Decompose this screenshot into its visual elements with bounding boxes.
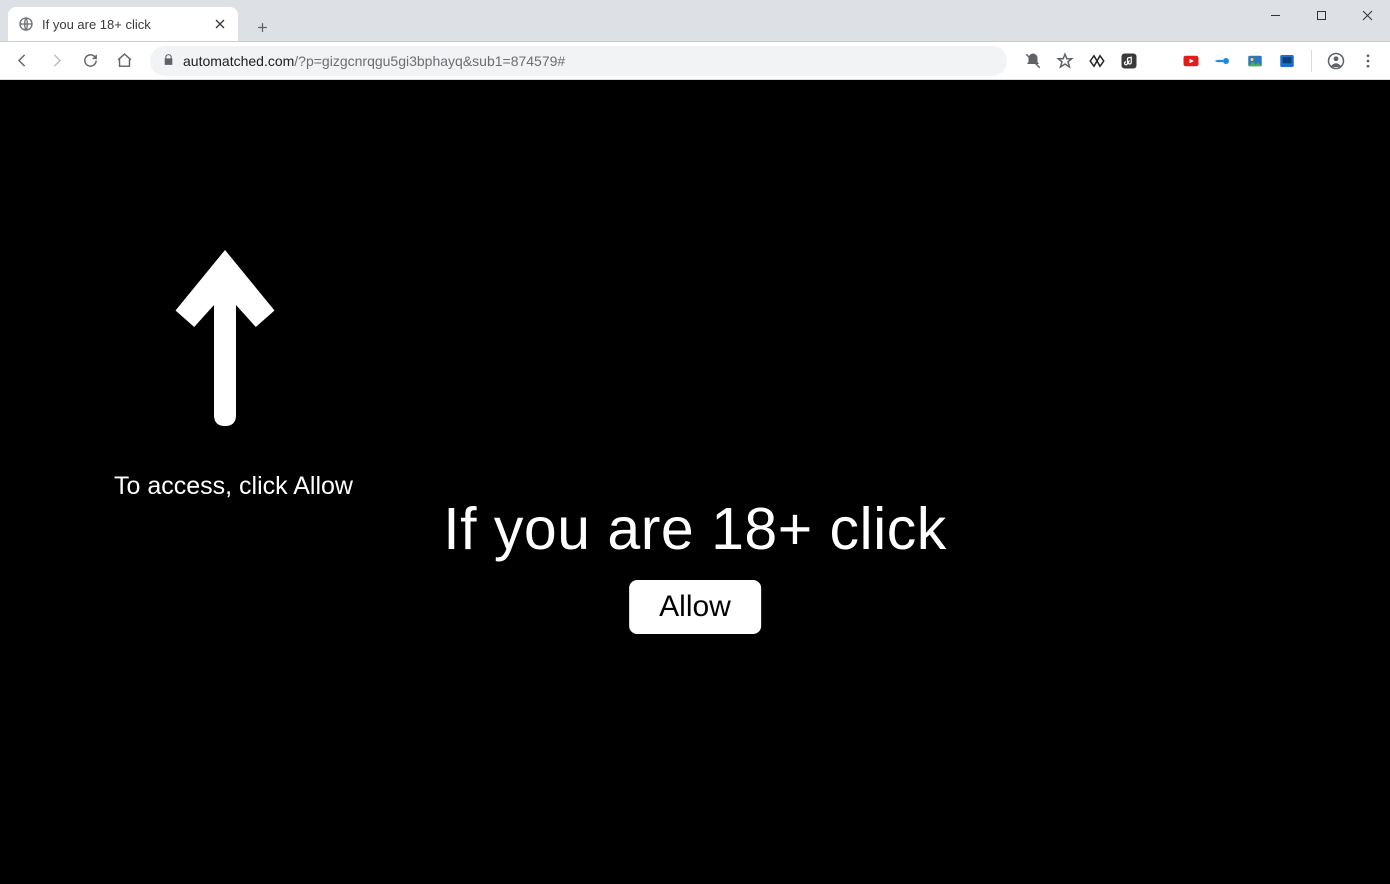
close-tab-icon[interactable] bbox=[212, 16, 228, 32]
allow-button[interactable]: Allow bbox=[629, 580, 761, 634]
maximize-button[interactable] bbox=[1298, 0, 1344, 30]
extension-icon-1[interactable] bbox=[1083, 47, 1111, 75]
notifications-muted-icon[interactable] bbox=[1019, 47, 1047, 75]
extension-icon-blue[interactable] bbox=[1209, 47, 1237, 75]
url-path: /?p=gizgcnrqgu5gi3bphayq&sub1=874579# bbox=[294, 53, 565, 69]
url-text: automatched.com/?p=gizgcnrqgu5gi3bphayq&… bbox=[183, 53, 565, 69]
profile-avatar-icon[interactable] bbox=[1322, 47, 1350, 75]
bookmark-star-icon[interactable] bbox=[1051, 47, 1079, 75]
extension-icon-youtube[interactable] bbox=[1177, 47, 1205, 75]
browser-tab-active[interactable]: If you are 18+ click bbox=[8, 7, 238, 41]
toolbar-separator bbox=[1311, 50, 1312, 72]
tab-title: If you are 18+ click bbox=[42, 17, 151, 32]
window-controls bbox=[1252, 0, 1390, 41]
forward-button[interactable] bbox=[42, 47, 70, 75]
window-titlebar: If you are 18+ click bbox=[0, 0, 1390, 42]
close-window-button[interactable] bbox=[1344, 0, 1390, 30]
extension-icon-display[interactable] bbox=[1273, 47, 1301, 75]
tab-strip: If you are 18+ click bbox=[0, 0, 276, 41]
page-content: To access, click Allow If you are 18+ cl… bbox=[0, 80, 1390, 884]
extension-icon-picture[interactable] bbox=[1241, 47, 1269, 75]
toolbar-actions bbox=[1019, 47, 1382, 75]
minimize-button[interactable] bbox=[1252, 0, 1298, 30]
arrow-up-icon bbox=[170, 250, 280, 420]
new-tab-button[interactable] bbox=[248, 13, 276, 41]
extension-icon-music[interactable] bbox=[1115, 47, 1143, 75]
reload-button[interactable] bbox=[76, 47, 104, 75]
address-bar[interactable]: automatched.com/?p=gizgcnrqgu5gi3bphayq&… bbox=[150, 46, 1007, 76]
chrome-menu-icon[interactable] bbox=[1354, 47, 1382, 75]
lock-icon bbox=[162, 53, 175, 69]
url-domain: automatched.com bbox=[183, 53, 294, 69]
back-button[interactable] bbox=[8, 47, 36, 75]
globe-icon bbox=[18, 16, 34, 32]
home-button[interactable] bbox=[110, 47, 138, 75]
page-headline: If you are 18+ click bbox=[0, 495, 1390, 563]
browser-toolbar: automatched.com/?p=gizgcnrqgu5gi3bphayq&… bbox=[0, 42, 1390, 80]
